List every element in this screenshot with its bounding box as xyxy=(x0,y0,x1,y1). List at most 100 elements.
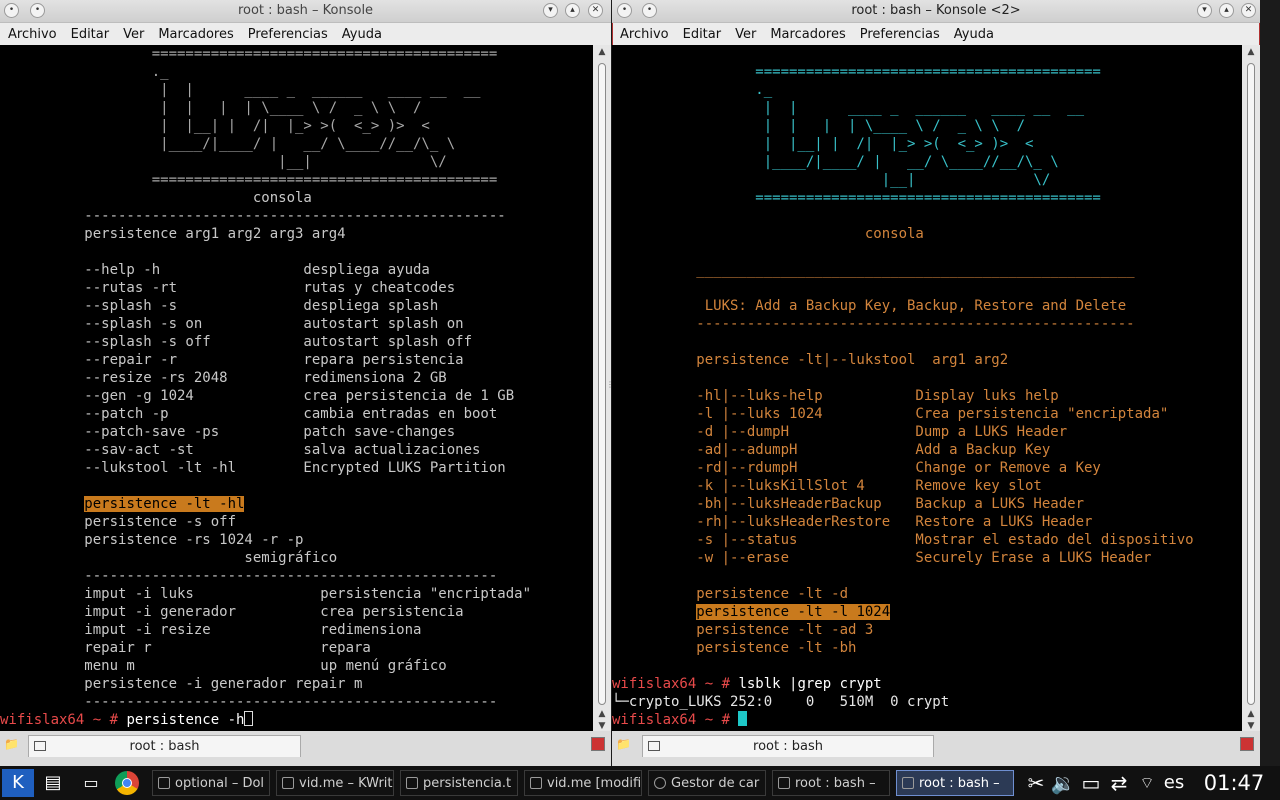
scroll-thumb[interactable] xyxy=(598,63,606,705)
terminal-line: wifislax64 ~ # lsblk |grep crypt xyxy=(612,676,882,692)
terminal-line: imput -i resize redimensiona xyxy=(0,622,422,638)
terminal-icon xyxy=(778,777,790,789)
terminal-line: persistence -i generador repair m xyxy=(0,676,363,692)
titlebar-left[interactable]: • • root : bash – Konsole ▾ ▴ ✕ xyxy=(0,0,611,23)
terminal-line: ----------------------------------------… xyxy=(0,694,498,710)
window-title: root : bash – Konsole <2> xyxy=(851,3,1021,18)
terminal-icon xyxy=(902,777,914,789)
terminal-line: ========================================… xyxy=(0,172,498,188)
cursor xyxy=(738,711,748,726)
menu-ver[interactable]: Ver xyxy=(123,27,144,42)
scroll-thumb[interactable] xyxy=(1247,63,1255,705)
scroll-up-icon[interactable]: ▲ xyxy=(1246,47,1256,57)
tab-root-bash[interactable]: root : bash xyxy=(28,735,301,757)
display-icon[interactable]: ▭ xyxy=(1078,766,1104,800)
terminal-output-left[interactable]: ========================================… xyxy=(0,45,593,731)
konsole-window-left[interactable]: • • root : bash – Konsole ▾ ▴ ✕ Archivo … xyxy=(0,0,611,766)
scroll-down-icon[interactable]: ▼ xyxy=(597,721,607,731)
terminal-line: persistence -rs 1024 -r -p xyxy=(0,532,304,548)
terminal-line: imput -i luks persistencia "encriptada" xyxy=(0,586,532,602)
scroll-up-icon[interactable]: ▲ xyxy=(597,47,607,57)
terminal-line: ----------------------------------------… xyxy=(0,208,506,224)
text-editor-icon xyxy=(282,777,294,789)
scroll-down-icon[interactable]: ▼ xyxy=(1246,721,1256,731)
kde-menu-icon[interactable]: K xyxy=(2,769,34,797)
menu-preferencias[interactable]: Preferencias xyxy=(860,27,940,42)
tabbar-right: 📁 root : bash xyxy=(612,731,1260,766)
menu-ver[interactable]: Ver xyxy=(735,27,756,42)
new-tab-icon[interactable]: 📁 xyxy=(4,737,20,751)
tab-root-bash[interactable]: root : bash xyxy=(642,735,934,757)
tabbar-left: 📁 root : bash xyxy=(0,731,611,766)
terminal-line: persistence -lt -l 1024 xyxy=(696,604,891,620)
menu-preferencias[interactable]: Preferencias xyxy=(248,27,328,42)
folder-icon xyxy=(158,777,170,789)
chrome-icon[interactable] xyxy=(112,766,142,800)
terminal-line: |__| \/ xyxy=(0,154,447,170)
volume-icon[interactable]: 🔉 xyxy=(1050,766,1076,800)
menubar-left: Archivo Editar Ver Marcadores Preferenci… xyxy=(0,23,611,45)
close-icon[interactable]: ✕ xyxy=(1241,3,1256,18)
terminal-output-right[interactable]: ========================================… xyxy=(612,45,1242,731)
terminal-line: |____/|____/ | __/ \____//__/\_ \ xyxy=(612,154,1059,170)
terminal-line: -w |--erase Securely Erase a LUKS Header xyxy=(612,550,1152,566)
terminal-line: persistence -s off xyxy=(0,514,237,530)
file-manager-icon[interactable]: ▤ xyxy=(40,766,66,800)
terminal-line: LUKS: Add a Backup Key, Backup, Restore … xyxy=(612,298,1127,314)
taskbar-item-kwrite-vidme[interactable]: vid.me – KWrit xyxy=(276,770,394,796)
terminal-line: --help -h despliega ayuda xyxy=(0,262,430,278)
menu-marcadores[interactable]: Marcadores xyxy=(158,27,233,42)
konsole-window-right[interactable]: • • root : bash – Konsole <2> ▾ ▴ ✕ Arch… xyxy=(612,0,1260,766)
terminal-line: imput -i generador crea persistencia xyxy=(0,604,464,620)
terminal-line: ========================================… xyxy=(612,64,1101,80)
terminal-line: ========================================… xyxy=(0,46,498,62)
menu-archivo[interactable]: Archivo xyxy=(8,27,57,42)
scrollbar-right[interactable]: ▲ ▲ ▼ xyxy=(1242,45,1260,731)
clock[interactable]: 01:47 xyxy=(1192,766,1276,800)
minimize-icon[interactable]: ▾ xyxy=(543,3,558,18)
menu-marcadores[interactable]: Marcadores xyxy=(770,27,845,42)
terminal-line: ========================================… xyxy=(612,190,1101,206)
taskbar-item-gestor[interactable]: Gestor de car xyxy=(648,770,766,796)
taskbar-item-konsole-1[interactable]: root : bash – xyxy=(772,770,890,796)
titlebar-right[interactable]: • • root : bash – Konsole <2> ▾ ▴ ✕ xyxy=(612,0,1260,23)
network-icon[interactable]: ⇄ xyxy=(1106,766,1132,800)
terminal-line: consola xyxy=(612,226,924,242)
menu-archivo[interactable]: Archivo xyxy=(620,27,669,42)
terminal-line: | |__| | /| |_> >( <_> )> < xyxy=(612,136,1034,152)
terminal-line: | |__| | /| |_> >( <_> )> < xyxy=(0,118,430,134)
window-title: root : bash – Konsole xyxy=(237,3,374,18)
menu-editar[interactable]: Editar xyxy=(683,27,722,42)
terminal-line: | | ____ _ ______ ____ __ __ xyxy=(612,100,1085,116)
close-tab-icon[interactable] xyxy=(591,737,605,751)
taskbar-item-dolphin[interactable]: optional – Dol xyxy=(152,770,270,796)
close-icon[interactable]: ✕ xyxy=(588,3,603,18)
taskbar-item-persistencia[interactable]: persistencia.t xyxy=(400,770,518,796)
terminal-line: -rh|--luksHeaderRestore Restore a LUKS H… xyxy=(612,514,1093,530)
menu-ayuda[interactable]: Ayuda xyxy=(342,27,382,42)
wifi-icon[interactable]: ⌔ xyxy=(1134,766,1160,800)
terminal-launcher-icon[interactable]: ▭ xyxy=(76,766,106,800)
terminal-line: --gen -g 1024 crea persistencia de 1 GB xyxy=(0,388,515,404)
terminal-line: ._ xyxy=(612,82,773,98)
close-tab-icon[interactable] xyxy=(1240,737,1254,751)
terminal-line: └─crypto_LUKS 252:0 0 510M 0 crypt xyxy=(612,694,950,710)
terminal-line: -d |--dumpH Dump a LUKS Header xyxy=(612,424,1068,440)
new-tab-icon[interactable]: 📁 xyxy=(616,737,632,751)
maximize-icon[interactable]: ▴ xyxy=(565,3,580,18)
taskbar-item-konsole-2[interactable]: root : bash – xyxy=(896,770,1014,796)
terminal-line: consola xyxy=(0,190,312,206)
keyboard-layout[interactable]: es xyxy=(1160,766,1188,800)
terminal-line: --splash -s off autostart splash off xyxy=(0,334,473,350)
menu-ayuda[interactable]: Ayuda xyxy=(954,27,994,42)
scissors-icon[interactable]: ✂ xyxy=(1024,766,1048,800)
minimize-icon[interactable]: ▾ xyxy=(1197,3,1212,18)
maximize-icon[interactable]: ▴ xyxy=(1219,3,1234,18)
taskbar-item-vidme-modified[interactable]: vid.me [modifi xyxy=(524,770,642,796)
menu-editar[interactable]: Editar xyxy=(71,27,110,42)
scroll-up-icon[interactable]: ▲ xyxy=(597,709,607,719)
text-editor-icon xyxy=(406,777,418,789)
scroll-up-icon[interactable]: ▲ xyxy=(1246,709,1256,719)
terminal-line: -rd|--rdumpH Change or Remove a Key xyxy=(612,460,1101,476)
split-handle[interactable]: ⋮ xyxy=(606,380,614,390)
